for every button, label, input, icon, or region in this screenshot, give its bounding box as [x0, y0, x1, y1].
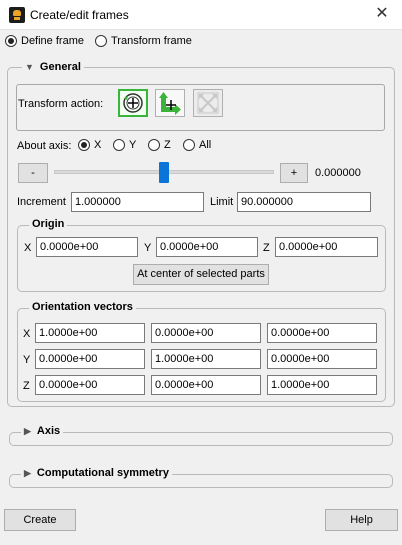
- increment-button[interactable]: +: [280, 163, 308, 183]
- origin-y-field[interactable]: 0.0000e+00: [156, 237, 258, 257]
- transform-action-label: Transform action:: [18, 98, 104, 110]
- axis-z-label: Z: [164, 139, 171, 152]
- orientation-row-label-y: Y: [23, 354, 31, 366]
- window-title: Create/edit frames: [30, 8, 129, 22]
- symmetry-section-title: Computational symmetry: [36, 467, 169, 479]
- radio-transform-frame[interactable]: Transform frame: [95, 35, 192, 48]
- general-header[interactable]: ▼ General: [22, 61, 84, 73]
- orientation-row-label-z: Z: [23, 380, 30, 392]
- origin-z-label: Z: [263, 242, 270, 254]
- help-button[interactable]: Help: [325, 509, 398, 531]
- orientation-zz-field[interactable]: 1.0000e+00: [267, 375, 377, 395]
- origin-y-label: Y: [144, 242, 152, 254]
- orientation-zy-field[interactable]: 0.0000e+00: [151, 375, 261, 395]
- axis-radio-y[interactable]: Y: [113, 139, 137, 152]
- axis-all-label: All: [199, 139, 212, 152]
- translate-tool-button[interactable]: [155, 89, 185, 117]
- limit-label: Limit: [210, 196, 234, 208]
- slider-value: 0.000000: [315, 167, 361, 179]
- center-selected-parts-button[interactable]: At center of selected parts: [133, 264, 269, 285]
- radio-dot: [5, 35, 17, 48]
- scale-icon: [197, 92, 219, 114]
- axis-group: [9, 432, 393, 446]
- origin-z-field[interactable]: 0.0000e+00: [275, 237, 378, 257]
- origin-title: Origin: [29, 218, 68, 230]
- radio-transform-label: Transform frame: [111, 35, 192, 48]
- limit-field[interactable]: 90.000000: [237, 192, 371, 212]
- expand-triangle-icon: ▶: [24, 426, 31, 436]
- orientation-yx-field[interactable]: 0.0000e+00: [35, 349, 145, 369]
- axis-y-label: Y: [129, 139, 137, 152]
- orientation-xy-field[interactable]: 0.0000e+00: [151, 323, 261, 343]
- general-title: General: [39, 61, 81, 73]
- orientation-xz-field[interactable]: 0.0000e+00: [267, 323, 377, 343]
- orientation-yz-field[interactable]: 0.0000e+00: [267, 349, 377, 369]
- radio-define-frame[interactable]: Define frame: [5, 35, 84, 48]
- radio-dot: [78, 139, 90, 152]
- orientation-xx-field[interactable]: 1.0000e+00: [35, 323, 145, 343]
- create-button[interactable]: Create: [4, 509, 76, 531]
- decrement-button[interactable]: -: [18, 163, 48, 183]
- axis-section-header[interactable]: ▶ Axis: [21, 425, 64, 437]
- origin-x-field[interactable]: 0.0000e+00: [36, 237, 138, 257]
- orientation-zx-field[interactable]: 0.0000e+00: [35, 375, 145, 395]
- close-icon[interactable]: ✕: [372, 4, 392, 24]
- translate-icon: [159, 92, 181, 115]
- app-logo-icon: [9, 7, 25, 23]
- increment-field[interactable]: 1.000000: [71, 192, 204, 212]
- symmetry-section-header[interactable]: ▶ Computational symmetry: [21, 467, 172, 479]
- radio-dot: [148, 139, 160, 152]
- about-axis-label: About axis:: [17, 140, 72, 152]
- radio-dot: [113, 139, 125, 152]
- increment-label: Increment: [17, 196, 66, 208]
- axis-radio-x[interactable]: X: [78, 139, 102, 152]
- radio-dot: [95, 35, 107, 48]
- axis-section-title: Axis: [36, 425, 61, 437]
- orientation-title: Orientation vectors: [29, 301, 136, 313]
- slider-thumb[interactable]: [159, 162, 169, 183]
- axis-radio-z[interactable]: Z: [148, 139, 171, 152]
- axis-x-label: X: [94, 139, 102, 152]
- scale-tool-button[interactable]: [193, 89, 223, 117]
- orientation-row-label-x: X: [23, 328, 31, 340]
- radio-dot: [183, 139, 195, 152]
- axis-radio-all[interactable]: All: [183, 139, 212, 152]
- rotate-icon: [123, 93, 143, 113]
- radio-define-label: Define frame: [21, 35, 84, 48]
- collapse-triangle-icon: ▼: [25, 62, 34, 72]
- rotate-tool-button[interactable]: [118, 89, 148, 117]
- expand-triangle-icon: ▶: [24, 468, 31, 478]
- origin-x-label: X: [24, 242, 32, 254]
- orientation-yy-field[interactable]: 1.0000e+00: [151, 349, 261, 369]
